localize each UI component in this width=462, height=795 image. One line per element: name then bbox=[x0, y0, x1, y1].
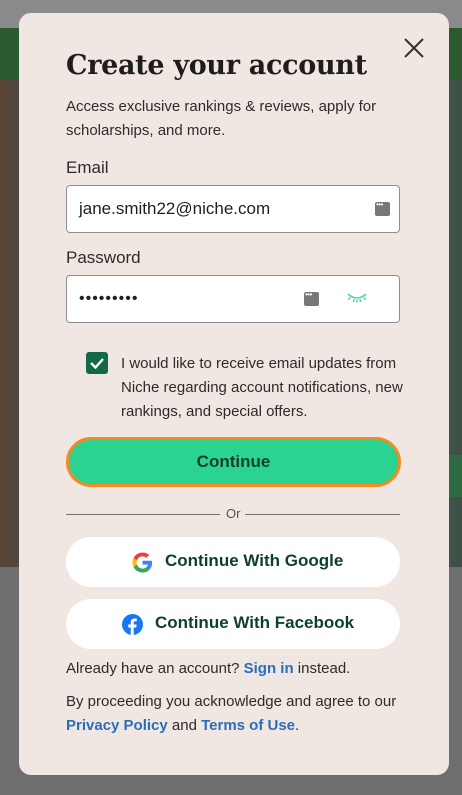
show-password-toggle[interactable] bbox=[346, 291, 368, 305]
legal-and: and bbox=[171, 717, 197, 734]
facebook-label: Continue With Facebook bbox=[155, 613, 355, 632]
email-updates-checkbox[interactable] bbox=[86, 352, 108, 374]
continue-with-facebook-button[interactable]: Continue With Facebook bbox=[66, 599, 400, 649]
continue-with-google-button[interactable]: Continue With Google bbox=[66, 537, 400, 587]
email-updates-label: I would like to receive email updates fr… bbox=[121, 355, 403, 420]
divider-or-text: Or bbox=[226, 506, 241, 521]
signin-prefix: Already have an account? bbox=[66, 660, 240, 677]
divider-left bbox=[66, 514, 220, 515]
signin-link[interactable]: Sign in bbox=[244, 660, 294, 677]
legal-notice: By proceeding you acknowledge and agree … bbox=[66, 690, 406, 738]
close-icon bbox=[404, 38, 424, 58]
eye-closed-icon bbox=[347, 293, 367, 303]
privacy-policy-link[interactable]: Privacy Policy bbox=[66, 717, 168, 734]
check-icon bbox=[90, 358, 104, 370]
legal-prefix: By proceeding you acknowledge and agree … bbox=[66, 693, 397, 710]
continue-button[interactable]: Continue bbox=[66, 437, 401, 487]
password-field[interactable]: ••••••••• bbox=[66, 275, 400, 323]
email-label: Email bbox=[66, 158, 109, 177]
facebook-icon bbox=[122, 614, 143, 635]
password-manager-icon[interactable] bbox=[375, 200, 390, 216]
google-label: Continue With Google bbox=[165, 551, 344, 570]
password-label: Password bbox=[66, 248, 141, 267]
terms-of-use-link[interactable]: Terms of Use bbox=[201, 717, 295, 734]
divider-right bbox=[245, 514, 400, 515]
email-value: jane.smith22@niche.com bbox=[79, 199, 271, 218]
password-value: ••••••••• bbox=[79, 290, 139, 307]
close-button[interactable] bbox=[401, 35, 427, 61]
google-icon bbox=[132, 552, 153, 573]
modal-title: Create your account bbox=[66, 50, 367, 81]
modal-subtitle: Access exclusive rankings & reviews, app… bbox=[66, 98, 377, 139]
password-manager-icon[interactable] bbox=[304, 290, 319, 306]
legal-end: . bbox=[295, 717, 300, 734]
signin-suffix: instead. bbox=[297, 660, 351, 677]
email-field[interactable]: jane.smith22@niche.com bbox=[66, 185, 400, 233]
signin-prompt: Already have an account? Sign in instead… bbox=[66, 660, 350, 677]
